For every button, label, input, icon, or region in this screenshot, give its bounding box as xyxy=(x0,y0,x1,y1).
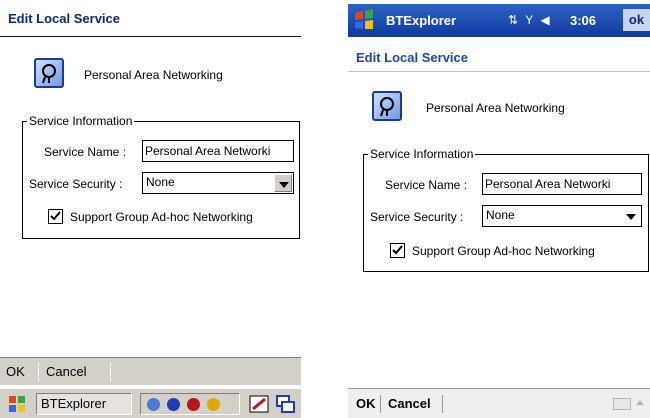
taskbar: BTExplorer xyxy=(0,388,301,418)
cancel-menu-item[interactable]: Cancel xyxy=(46,364,86,379)
volume-icon[interactable] xyxy=(187,398,200,411)
menu-bar: OK Cancel xyxy=(348,388,650,418)
service-name-label: Service Name : xyxy=(44,145,127,159)
system-tray xyxy=(140,393,240,415)
adhoc-label: Support Group Ad-hoc Networking xyxy=(412,244,595,258)
chevron-down-icon xyxy=(626,214,636,220)
right-device-screen: BTExplorer ⇅ Y ◀ 3:06 ok Edit Local Serv… xyxy=(348,0,650,418)
app-title: BTExplorer xyxy=(386,13,457,28)
dialog-title: Edit Local Service xyxy=(0,8,301,37)
windows-switch-icon[interactable] xyxy=(274,393,298,415)
pan-service-icon xyxy=(34,58,64,88)
menu-separator xyxy=(380,395,381,413)
service-name-input[interactable]: Personal Area Networki xyxy=(482,173,642,195)
ok-menu-item[interactable]: OK xyxy=(6,364,25,379)
keyboard-icon[interactable] xyxy=(613,398,631,410)
connectivity-icon[interactable]: ⇅ xyxy=(508,13,520,27)
adhoc-checkbox[interactable] xyxy=(390,243,405,258)
service-security-select[interactable]: None xyxy=(482,205,642,227)
adhoc-checkbox[interactable] xyxy=(48,209,63,224)
service-display-name: Personal Area Networking xyxy=(84,68,223,82)
service-security-select[interactable]: None xyxy=(142,172,294,194)
network-icon[interactable] xyxy=(147,398,160,411)
service-display-name: Personal Area Networking xyxy=(426,101,565,115)
pen-icon[interactable] xyxy=(248,393,272,415)
left-device-screen: Edit Local Service Personal Area Network… xyxy=(0,0,301,418)
battery-icon[interactable] xyxy=(207,398,220,411)
status-icons: ⇅ Y ◀ xyxy=(508,13,552,27)
ok-menu-item[interactable]: OK xyxy=(356,396,376,411)
service-name-input[interactable]: Personal Area Networki xyxy=(142,140,294,162)
menu-separator xyxy=(38,363,39,381)
service-security-label: Service Security : xyxy=(29,177,123,191)
cancel-menu-item[interactable]: Cancel xyxy=(388,396,431,411)
pan-service-icon xyxy=(372,91,402,121)
adhoc-label: Support Group Ad-hoc Networking xyxy=(70,210,253,224)
ok-button[interactable]: ok xyxy=(623,9,650,31)
dropdown-button[interactable] xyxy=(622,207,640,225)
title-bar: BTExplorer ⇅ Y ◀ 3:06 ok xyxy=(348,4,650,37)
menu-bar: OK Cancel xyxy=(0,357,301,385)
windows-start-icon[interactable] xyxy=(352,8,376,32)
service-name-label: Service Name : xyxy=(385,178,468,192)
bluetooth-icon[interactable] xyxy=(167,398,180,411)
group-title: Service Information xyxy=(368,147,476,161)
volume-icon[interactable]: ◀ xyxy=(540,13,551,27)
menu-separator xyxy=(442,395,443,413)
taskbar-app-button[interactable]: BTExplorer xyxy=(36,393,132,415)
checkmark-icon xyxy=(392,245,403,255)
menu-separator xyxy=(110,363,111,381)
chevron-down-icon xyxy=(279,182,289,188)
select-value: None xyxy=(146,175,175,189)
clock[interactable]: 3:06 xyxy=(570,13,596,28)
checkmark-icon xyxy=(50,211,61,221)
input-menu-arrow-icon[interactable] xyxy=(636,400,644,405)
dropdown-button[interactable] xyxy=(274,174,292,192)
group-title: Service Information xyxy=(27,114,135,128)
signal-icon[interactable]: Y xyxy=(525,13,535,27)
windows-start-icon[interactable] xyxy=(6,393,28,415)
select-value: None xyxy=(486,208,515,222)
dialog-title: Edit Local Service xyxy=(348,44,650,72)
service-security-label: Service Security : xyxy=(370,210,464,224)
